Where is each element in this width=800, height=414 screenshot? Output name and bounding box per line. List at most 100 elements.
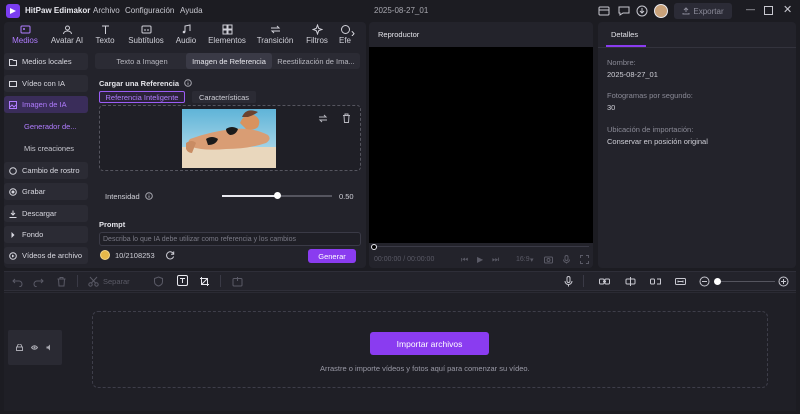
- close-icon[interactable]: ✕: [783, 3, 792, 16]
- stock-video-icon: [9, 251, 17, 260]
- sidebar-item-fondo[interactable]: Fondo: [4, 226, 88, 243]
- tab-texto-a-imagen[interactable]: Texto a Imagen: [100, 53, 184, 69]
- text-icon: [101, 25, 109, 34]
- tab-avatar-ai[interactable]: Avatar AI: [48, 24, 86, 46]
- sidebar-item-video-ia[interactable]: Vídeo con IA: [4, 75, 88, 92]
- effects-icon: [340, 25, 350, 34]
- menu-ayuda[interactable]: Ayuda: [180, 6, 203, 15]
- intensity-slider-knob[interactable]: [273, 192, 281, 199]
- tab-reestilizacion[interactable]: Reestilización de Ima...: [272, 53, 360, 69]
- prompt-placeholder: Describa lo que IA debe utilizar como re…: [103, 235, 296, 243]
- fullscreen-icon[interactable]: [580, 255, 589, 264]
- crop-icon[interactable]: [199, 276, 210, 287]
- track-visibility-icon[interactable]: [31, 344, 38, 351]
- export-frame-icon[interactable]: [232, 276, 243, 287]
- sidebar-item-medios-locales[interactable]: Medios locales: [4, 53, 88, 70]
- refresh-icon[interactable]: [165, 250, 175, 260]
- app-logo-icon: [6, 4, 20, 18]
- tab-medios[interactable]: Medios: [10, 24, 40, 46]
- next-frame-icon[interactable]: ⏭: [492, 255, 499, 265]
- link-icon[interactable]: [599, 276, 610, 287]
- intensity-slider-fill: [222, 195, 277, 197]
- tab-elementos[interactable]: Elementos: [207, 24, 247, 46]
- sidebar-item-videos-archivo[interactable]: Vídeos de archivo: [4, 247, 88, 264]
- credits-count: 10/2108253: [115, 251, 155, 260]
- mic-icon[interactable]: [562, 255, 571, 264]
- swap-image-icon[interactable]: [318, 114, 328, 123]
- text-box-icon[interactable]: [177, 275, 188, 286]
- prompt-input[interactable]: Describa lo que IA debe utilizar como re…: [99, 232, 361, 246]
- tabs-scroll-right-icon[interactable]: ›: [351, 26, 355, 40]
- menu-archivo[interactable]: Archivo: [93, 6, 120, 15]
- zoom-in-icon[interactable]: [778, 276, 789, 287]
- track-audio-icon[interactable]: [46, 344, 53, 351]
- folder-icon: [9, 58, 17, 66]
- layout-icon[interactable]: [598, 5, 610, 17]
- undo-icon[interactable]: [12, 276, 23, 287]
- info-icon[interactable]: [184, 79, 192, 87]
- shield-icon[interactable]: [153, 276, 164, 287]
- tab-transicion[interactable]: Transición: [256, 24, 294, 46]
- download-update-icon[interactable]: [636, 5, 648, 17]
- player-progress[interactable]: [373, 246, 589, 247]
- redo-icon[interactable]: [33, 276, 44, 287]
- elements-icon: [222, 24, 232, 35]
- image-ai-icon: [9, 100, 17, 109]
- zoom-slider-knob[interactable]: [714, 278, 721, 285]
- tab-referencia-inteligente[interactable]: Referencia Inteligente: [99, 91, 185, 103]
- import-files-button[interactable]: Importar archivos: [370, 332, 489, 355]
- sidebar-item-cambio-rostro[interactable]: Cambio de rostro: [4, 162, 88, 179]
- scissors-icon[interactable]: [88, 276, 99, 287]
- timeline-ruler: [4, 292, 796, 293]
- menu-configuracion[interactable]: Configuración: [125, 6, 174, 15]
- feedback-icon[interactable]: [618, 5, 630, 17]
- aspect-ratio[interactable]: 16:9: [516, 256, 530, 263]
- project-title: 2025-08-27_01: [374, 6, 429, 15]
- voiceover-icon[interactable]: [563, 276, 574, 287]
- intensity-value: 0.50: [339, 192, 354, 201]
- sidebar-item-grabar[interactable]: Grabar: [4, 183, 88, 200]
- avatar[interactable]: [654, 4, 668, 18]
- player-progress-knob[interactable]: [371, 244, 377, 250]
- detail-name-label: Nombre:: [607, 58, 636, 67]
- maximize-icon[interactable]: [764, 6, 773, 15]
- detail-fps-label: Fotogramas por segundo:: [607, 91, 693, 100]
- intensity-label: Intensidad: [105, 192, 140, 201]
- tab-filtros[interactable]: Filtros: [304, 24, 330, 46]
- split-label[interactable]: Separar: [103, 277, 130, 286]
- toolbar-divider-2: [220, 275, 221, 287]
- sidebar-sub-mis-creaciones[interactable]: Mis creaciones: [24, 144, 74, 153]
- tab-subtitulos[interactable]: Subtítulos: [125, 24, 167, 46]
- play-icon[interactable]: ▶: [477, 255, 483, 264]
- trash-icon[interactable]: [56, 276, 67, 287]
- reference-image: [182, 109, 276, 168]
- details-divider: [598, 47, 796, 48]
- minimize-icon[interactable]: —: [746, 4, 755, 14]
- zoom-slider[interactable]: [717, 281, 775, 282]
- sidebar-item-imagen-ia[interactable]: Imagen de IA: [4, 96, 88, 113]
- snapshot-icon[interactable]: [544, 255, 553, 264]
- generate-button[interactable]: Generar: [308, 249, 356, 263]
- prev-frame-icon[interactable]: ⏮: [461, 255, 468, 265]
- tab-texto[interactable]: Texto: [93, 24, 117, 46]
- fit-timeline-icon[interactable]: [675, 276, 686, 287]
- delete-icon[interactable]: [342, 113, 351, 123]
- magnet-icon[interactable]: [625, 276, 636, 287]
- export-label: Exportar: [693, 6, 724, 16]
- sidebar-item-descargar[interactable]: Descargar: [4, 205, 88, 222]
- export-icon: [682, 7, 690, 15]
- export-button[interactable]: Exportar: [674, 3, 732, 19]
- tab-imagen-de-referencia[interactable]: Imagen de Referencia: [186, 53, 272, 69]
- aspect-dropdown-icon[interactable]: ▾: [530, 256, 534, 264]
- tab-efectos[interactable]: Efe: [338, 24, 352, 46]
- unlink-icon[interactable]: [650, 276, 661, 287]
- tab-audio[interactable]: Audio: [174, 24, 198, 46]
- track-lock-icon[interactable]: [16, 344, 23, 351]
- tab-caracteristicas[interactable]: Características: [192, 91, 256, 103]
- intensity-info-icon[interactable]: [145, 192, 153, 200]
- tab-detalles[interactable]: Detalles: [611, 30, 638, 39]
- timeline-hint: Arrastre o importe vídeos y fotos aquí p…: [320, 364, 530, 373]
- zoom-out-icon[interactable]: [699, 276, 710, 287]
- sidebar-sub-generador[interactable]: Generador de...: [24, 122, 77, 131]
- prompt-label: Prompt: [99, 220, 126, 229]
